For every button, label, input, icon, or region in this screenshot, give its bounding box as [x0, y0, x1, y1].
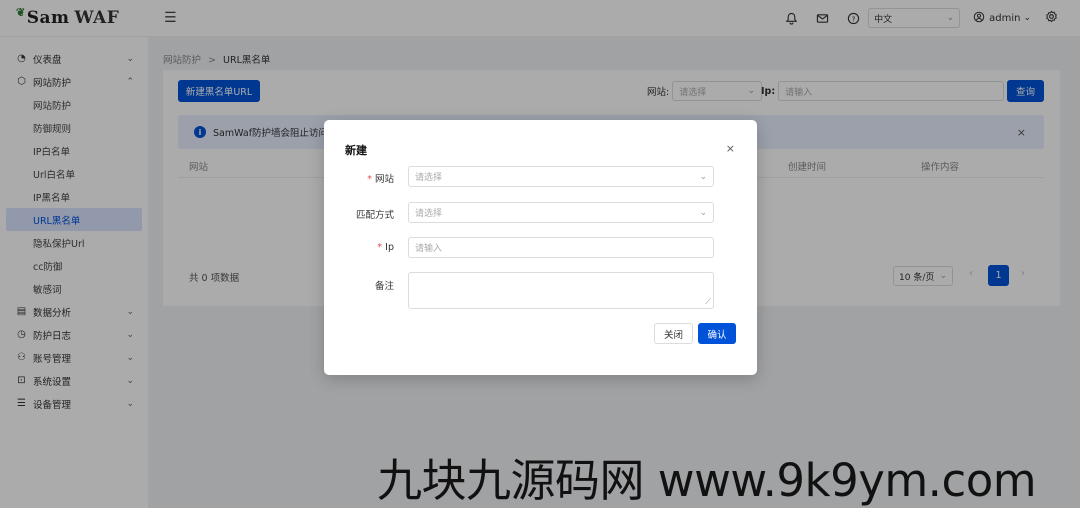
match-method-select[interactable]: 请选择 ⌄	[408, 202, 714, 223]
ip-input[interactable]: 请输入	[408, 237, 714, 258]
watermark: 九块九源码网 www.9k9ym.com	[377, 454, 1037, 507]
confirm-button[interactable]: 确认	[698, 323, 736, 344]
dialog-title: 新建	[345, 144, 367, 157]
chevron-down-icon: ⌄	[699, 207, 707, 218]
site-select[interactable]: 请选择 ⌄	[408, 166, 714, 187]
chevron-down-icon: ⌄	[699, 171, 707, 182]
close-icon[interactable]: ×	[726, 142, 735, 155]
remark-label: 备注	[374, 281, 394, 292]
site-field-label: * 网站	[367, 174, 394, 185]
resize-handle-icon[interactable]: ⟋	[705, 297, 711, 307]
remark-textarea[interactable]: ⟋	[408, 272, 714, 309]
match-method-label: 匹配方式	[355, 210, 394, 221]
close-button[interactable]: 关闭	[654, 323, 693, 344]
ip-field-label: * Ip	[377, 242, 394, 253]
new-dialog: 新建 × * 网站 请选择 ⌄ 匹配方式 请选择 ⌄ * Ip 请输入 备注 ⟋ 关…	[324, 120, 757, 375]
